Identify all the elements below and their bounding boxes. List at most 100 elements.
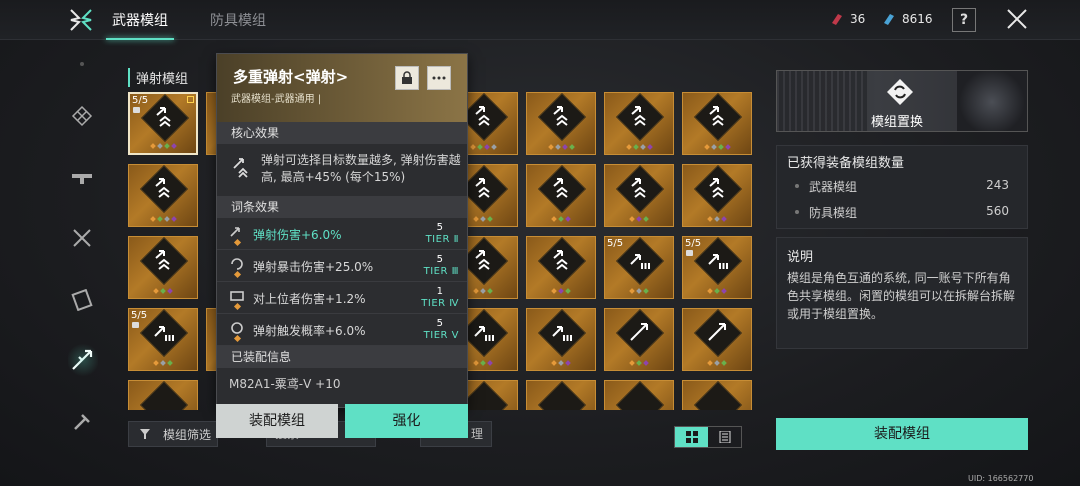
mod-slot-dots: [527, 360, 595, 366]
bounce-chevron-icon: [155, 178, 170, 198]
bounce-grid-icon: [154, 326, 174, 341]
bounce-chevron-icon: [475, 250, 490, 270]
mod-card[interactable]: [128, 236, 198, 299]
bounce-chevron-icon: [553, 106, 568, 126]
bounce-arrow-icon: [72, 349, 93, 370]
perk-label: 弹射暴击伤害+25.0%: [253, 260, 374, 274]
bounce-arrow-icon: [630, 323, 648, 341]
stat-row-armor: 防具模组 560: [795, 204, 1009, 221]
mod-slot-dots: [527, 216, 595, 222]
mod-card[interactable]: 5/5: [604, 236, 674, 299]
gem-icon: [233, 270, 242, 279]
mod-card[interactable]: [526, 92, 596, 155]
exchange-icon: [887, 79, 913, 105]
more-button[interactable]: [427, 66, 451, 90]
bounce-chevron-icon: [156, 107, 171, 127]
close-icon[interactable]: [1006, 8, 1028, 30]
mod-count: 5/5: [685, 238, 702, 249]
stat-label: 武器模组: [809, 180, 858, 194]
sidebar-item-weapon[interactable]: [56, 158, 108, 198]
mod-card[interactable]: [604, 92, 674, 155]
perk-tier: TIER Ⅳ: [421, 298, 459, 309]
more-icon: [432, 76, 446, 80]
perk-tier: TIER Ⅲ: [423, 266, 459, 277]
tab-armor-mods[interactable]: 防具模组: [210, 10, 266, 30]
mod-slot-dots: [605, 216, 673, 222]
top-bar: 武器模组 防具模组 36 8616 ?: [0, 0, 1080, 40]
mod-card[interactable]: 5/5: [128, 308, 198, 371]
description-panel: 说明 模组是角色互通的系统, 同一账号下所有角色共享模组。闲置的模组可以在拆解台…: [776, 237, 1028, 349]
mod-card[interactable]: [682, 92, 752, 155]
mod-slot-dots: [129, 288, 197, 294]
stats-header: 已获得装备模组数量: [787, 156, 905, 171]
sidebar-item-tools[interactable]: [56, 218, 108, 258]
core-effect-header: 核心效果: [217, 122, 467, 144]
sidebar-item-mods[interactable]: [56, 340, 108, 380]
perk-row: 弹射暴击伤害+25.0% 5 TIER Ⅲ: [217, 250, 467, 282]
bounce-chevron-icon: [631, 106, 646, 126]
bounce-chevron-icon: [709, 106, 724, 126]
bounce-chevron-icon: [709, 178, 724, 198]
gem-icon: [233, 238, 242, 247]
perk-level: 1: [436, 286, 443, 297]
perk-tier: TIER Ⅱ: [425, 234, 459, 245]
mod-slot-dots: [129, 216, 197, 222]
tab-weapon-mods[interactable]: 武器模组: [106, 10, 174, 40]
lock-icon: [686, 250, 693, 256]
view-toggle: [674, 426, 742, 448]
mod-card[interactable]: [526, 164, 596, 227]
equipped-weapon: M82A1-粟鸢-Ⅴ +10: [229, 377, 341, 391]
grid-view-button[interactable]: [675, 427, 708, 447]
sidebar-item-hammer[interactable]: [56, 402, 108, 442]
mod-filter-button[interactable]: 模组筛选: [128, 421, 218, 447]
perk-level: 5: [436, 318, 443, 329]
core-effect-text: 弹射可选择目标数量越多, 弹射伤害越高, 最高+45% (每个15%): [261, 153, 461, 184]
perk-effects-header: 词条效果: [217, 196, 467, 218]
popup-subtitle: 武器模组-武器通用 |: [231, 94, 322, 105]
game-logo-icon: [70, 9, 92, 31]
bounce-chevron-icon: [553, 250, 568, 270]
mod-card[interactable]: [526, 308, 596, 371]
help-button[interactable]: ?: [952, 8, 976, 32]
filter-label: 模组筛选: [163, 427, 212, 442]
mod-card[interactable]: [682, 164, 752, 227]
mod-card[interactable]: 5/5: [128, 92, 198, 155]
equip-mod-button[interactable]: 装配模组: [776, 418, 1028, 450]
lock-button[interactable]: [395, 66, 419, 90]
mod-card[interactable]: [128, 164, 198, 227]
lock-icon: [402, 71, 412, 84]
mod-card[interactable]: 5/5: [682, 236, 752, 299]
mod-slot-dots: [683, 360, 751, 366]
mod-card[interactable]: [604, 380, 674, 410]
red-crystal-counter: 36: [830, 12, 865, 26]
bounce-grid-icon: [552, 326, 572, 341]
equipped-info-header: 已装配信息: [217, 346, 467, 368]
sidebar-item-armor[interactable]: [56, 280, 108, 320]
grid-view-icon: [685, 431, 698, 443]
mod-card[interactable]: [682, 380, 752, 410]
sidebar-item-core[interactable]: [56, 96, 108, 136]
mod-card[interactable]: [526, 236, 596, 299]
bounce-grid-icon: [474, 326, 494, 341]
banner-equipment-art: [957, 71, 1027, 131]
perk-level: 5: [436, 222, 443, 233]
popup-equip-button[interactable]: 装配模组: [216, 404, 338, 438]
mod-card[interactable]: [604, 308, 674, 371]
description-header: 说明: [787, 250, 814, 265]
gem-icon: [233, 334, 242, 343]
mod-card[interactable]: [128, 380, 198, 410]
mod-card[interactable]: [526, 380, 596, 410]
red-crystal-value: 36: [850, 12, 866, 26]
mod-card[interactable]: [682, 308, 752, 371]
mod-card[interactable]: [604, 164, 674, 227]
lock-icon: [133, 107, 140, 113]
mod-count: 5/5: [132, 95, 149, 106]
mod-slot-dots: [527, 288, 595, 294]
mod-exchange-banner[interactable]: 模组置换: [776, 70, 1028, 132]
mod-count-panel: 已获得装备模组数量 武器模组 243 防具模组 560: [776, 145, 1028, 229]
mod-slot-dots: [130, 143, 196, 149]
enhance-button[interactable]: 强化: [345, 404, 468, 438]
list-view-button[interactable]: [708, 427, 741, 447]
mod-count: 5/5: [131, 310, 148, 321]
bounce-chevron-icon: [631, 178, 646, 198]
